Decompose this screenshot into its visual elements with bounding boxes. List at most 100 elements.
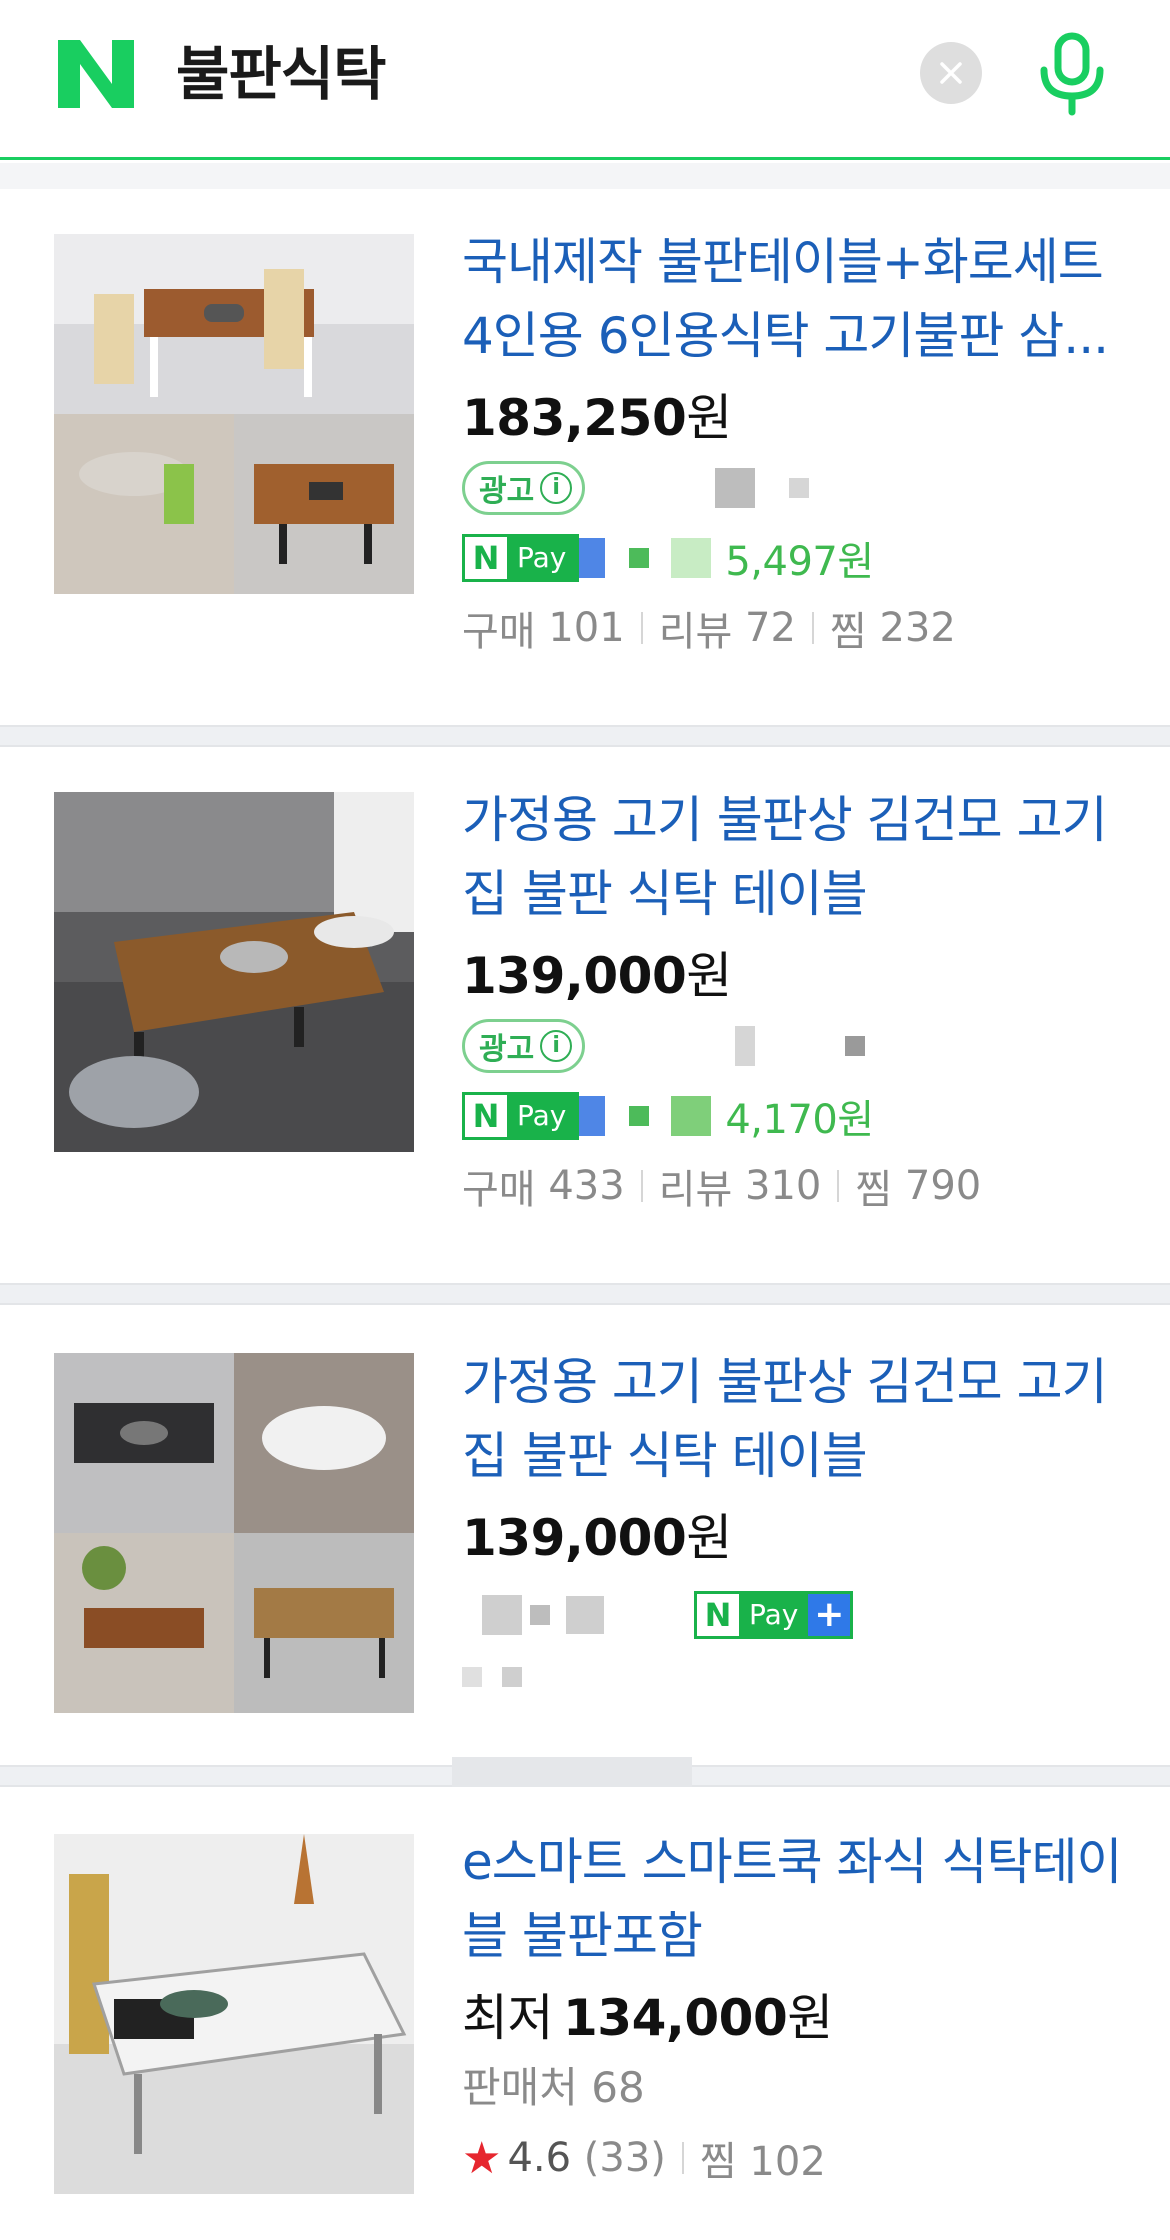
npay-n: N bbox=[465, 1095, 507, 1137]
stat-value: 310 bbox=[745, 1163, 822, 1209]
price-currency: 원 bbox=[787, 1989, 833, 2047]
microphone-icon[interactable] bbox=[1036, 30, 1108, 116]
info-icon: i bbox=[540, 472, 573, 504]
product-item[interactable]: 가정용 고기 불판상 김건모 고기집 불판 식탁 테이블 139,000원 N … bbox=[0, 1305, 1170, 1765]
search-query[interactable]: 불판식탁 bbox=[176, 38, 386, 110]
ad-badge[interactable]: 광고 i bbox=[462, 1019, 586, 1073]
redacted-seller bbox=[566, 1596, 604, 1634]
search-header: 불판식탁 bbox=[0, 0, 1170, 160]
section-divider bbox=[0, 725, 1170, 747]
redacted-seller bbox=[735, 1026, 756, 1066]
rating-value: 4.6 bbox=[507, 2135, 572, 2181]
seller-count[interactable]: 판매처 68 bbox=[462, 2053, 1126, 2123]
redacted-seller bbox=[482, 1595, 522, 1635]
redacted-seller bbox=[789, 478, 810, 498]
ad-label: 광고 bbox=[479, 474, 535, 509]
npay-badge: N Pay bbox=[462, 1092, 580, 1140]
stat-label: 구매 bbox=[462, 1167, 536, 1213]
npay-points: 5,497원 bbox=[725, 539, 874, 585]
npay-badge: N Pay bbox=[462, 534, 580, 582]
product-price: 139,000원 bbox=[462, 941, 1126, 1011]
ad-badge[interactable]: 광고 i bbox=[462, 461, 586, 515]
star-icon: ★ bbox=[462, 2132, 502, 2184]
ad-row: 광고 i bbox=[462, 453, 1126, 523]
divider bbox=[640, 612, 643, 644]
stat-label: 찜 bbox=[829, 609, 867, 655]
product-title[interactable]: e스마트 스마트쿡 좌식 식탁테이블 불판포함 bbox=[462, 1825, 1126, 1973]
redacted-seller bbox=[530, 1605, 550, 1625]
product-item[interactable]: 가정용 고기 불판상 김건모 고기집 불판 식탁 테이블 139,000원 광고… bbox=[0, 747, 1170, 1283]
npay-row: N Pay 5,497원 bbox=[462, 523, 1126, 593]
product-stats: 구매 101 리뷰 72 찜 232 bbox=[462, 593, 1126, 663]
ad-row: 광고 i bbox=[462, 1011, 1126, 1081]
price-value: 139,000 bbox=[462, 947, 687, 1005]
divider bbox=[837, 1170, 840, 1202]
clear-button[interactable] bbox=[920, 42, 982, 104]
stat-value: 232 bbox=[879, 605, 956, 651]
seller-row bbox=[462, 1657, 1126, 1697]
divider bbox=[640, 1170, 643, 1202]
product-price: 최저 134,000원 bbox=[462, 1983, 1126, 2053]
zzim-count: 찜 102 bbox=[699, 2139, 826, 2185]
header-gap bbox=[0, 163, 1170, 189]
close-icon bbox=[940, 62, 962, 84]
npay-plus: + bbox=[808, 1594, 851, 1636]
redacted-benefit bbox=[579, 538, 606, 578]
stat-label: 리뷰 bbox=[658, 1167, 733, 1213]
info-icon: i bbox=[540, 1030, 573, 1062]
price-prefix: 최저 bbox=[462, 1989, 554, 2047]
stat-label: 구매 bbox=[462, 609, 536, 655]
product-title[interactable]: 가정용 고기 불판상 김건모 고기집 불판 식탁 테이블 bbox=[462, 783, 1126, 931]
seller-row: N Pay + bbox=[462, 1573, 1126, 1657]
redacted-seller bbox=[715, 468, 756, 508]
product-stats: 구매 433 리뷰 310 찜 790 bbox=[462, 1151, 1126, 1221]
redacted-seller bbox=[845, 1036, 866, 1056]
product-price: 183,250원 bbox=[462, 383, 1126, 453]
redacted-benefit bbox=[579, 1096, 606, 1136]
npay-n: N bbox=[465, 537, 507, 579]
product-info: 국내제작 불판테이블+화로세트 4인용 6인용식탁 고기불판 삼... 183,… bbox=[462, 225, 1126, 663]
redacted-benefit bbox=[671, 1096, 712, 1136]
redacted-seller bbox=[502, 1667, 522, 1687]
stat-label: 리뷰 bbox=[658, 609, 733, 655]
product-price: 139,000원 bbox=[462, 1503, 1126, 1573]
redacted-benefit bbox=[629, 1106, 650, 1126]
product-title[interactable]: 가정용 고기 불판상 김건모 고기집 불판 식탁 테이블 bbox=[462, 1345, 1126, 1493]
price-value: 183,250 bbox=[462, 389, 687, 447]
product-stats: ★ 4.6 (33) 찜 102 bbox=[462, 2123, 1126, 2193]
npay-label: Pay bbox=[507, 1095, 577, 1137]
product-thumbnail[interactable] bbox=[54, 792, 414, 1152]
product-thumbnail[interactable] bbox=[54, 1834, 414, 2194]
price-value: 139,000 bbox=[462, 1509, 687, 1567]
naver-logo[interactable] bbox=[58, 40, 134, 108]
redacted-benefit bbox=[629, 548, 650, 568]
divider bbox=[811, 612, 814, 644]
ad-label: 광고 bbox=[479, 1032, 535, 1067]
price-currency: 원 bbox=[686, 389, 732, 447]
price-currency: 원 bbox=[686, 1509, 732, 1567]
product-info: e스마트 스마트쿡 좌식 식탁테이블 불판포함 최저 134,000원 판매처 6… bbox=[462, 1825, 1126, 2193]
product-item[interactable]: 국내제작 불판테이블+화로세트 4인용 6인용식탁 고기불판 삼... 183,… bbox=[0, 189, 1170, 725]
stat-value: 790 bbox=[904, 1163, 982, 1209]
price-currency: 원 bbox=[686, 947, 732, 1005]
npay-n: N bbox=[697, 1594, 739, 1636]
redacted-benefit bbox=[671, 538, 712, 578]
product-item[interactable]: e스마트 스마트쿡 좌식 식탁테이블 불판포함 최저 134,000원 판매처 6… bbox=[0, 1787, 1170, 2240]
stat-value: 72 bbox=[745, 605, 796, 651]
npay-plus-badge: N Pay + bbox=[694, 1591, 854, 1639]
npay-label: Pay bbox=[507, 537, 577, 579]
product-title[interactable]: 국내제작 불판테이블+화로세트 4인용 6인용식탁 고기불판 삼... bbox=[462, 225, 1126, 373]
product-thumbnail[interactable] bbox=[54, 234, 414, 594]
divider bbox=[681, 2142, 684, 2174]
redacted-seller bbox=[462, 1667, 482, 1687]
review-count: (33) bbox=[583, 2135, 666, 2181]
npay-label: Pay bbox=[739, 1594, 809, 1636]
price-value: 134,000 bbox=[563, 1989, 788, 2047]
npay-row: N Pay 4,170원 bbox=[462, 1081, 1126, 1151]
stat-value: 433 bbox=[548, 1163, 625, 1209]
product-info: 가정용 고기 불판상 김건모 고기집 불판 식탁 테이블 139,000원 N … bbox=[462, 1345, 1126, 1697]
stat-value: 101 bbox=[548, 605, 625, 651]
npay-points: 4,170원 bbox=[725, 1097, 874, 1143]
product-thumbnail[interactable] bbox=[54, 1353, 414, 1713]
product-info: 가정용 고기 불판상 김건모 고기집 불판 식탁 테이블 139,000원 광고… bbox=[462, 783, 1126, 1221]
